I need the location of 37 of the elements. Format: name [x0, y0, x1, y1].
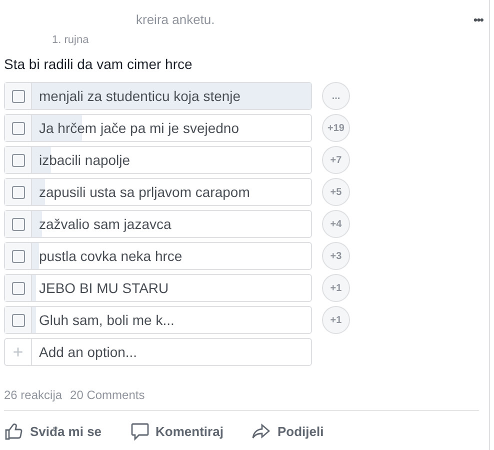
speech-bubble-icon: [130, 421, 150, 441]
checkbox[interactable]: [12, 154, 24, 166]
option-input[interactable]: Add an option...: [32, 339, 311, 365]
option-label: Gluh sam, boli me k...: [38, 312, 174, 328]
poll-option[interactable]: Ja hrčem jače pa mi je svejedno: [4, 114, 312, 142]
comment-count[interactable]: 20 Comments: [70, 388, 145, 402]
share-arrow-icon: [251, 421, 272, 441]
share-button[interactable]: Podijeli: [251, 421, 324, 441]
post-date[interactable]: 1. rujna: [52, 34, 489, 46]
more-menu[interactable]: •••: [473, 12, 483, 26]
option-label: zapusili usta sa prljavom carapom: [38, 184, 250, 200]
poll-option[interactable]: zapusili usta sa prljavom carapom: [4, 178, 312, 206]
option-label: izbacili napolje: [38, 152, 130, 168]
post-action: kreira anketu.: [136, 12, 215, 27]
checkbox[interactable]: [12, 282, 24, 294]
poll-option[interactable]: menjali za studenticu koja stenje: [4, 82, 312, 110]
option-label: Ja hrčem jače pa mi je svejedno: [38, 120, 239, 136]
option-label: zažvalio sam jazavca: [38, 216, 172, 232]
checkbox[interactable]: [12, 90, 24, 102]
checkbox[interactable]: [12, 186, 24, 198]
poll-question: Sta bi radili da vam cimer hrce: [4, 56, 194, 72]
option-label: JEBO BI MU STARU: [38, 280, 169, 296]
option-label: menjali za studenticu koja stenje: [38, 88, 241, 104]
checkbox[interactable]: [12, 314, 24, 326]
comment-button[interactable]: Komentiraj: [130, 421, 224, 441]
poll-option[interactable]: JEBO BI MU STARU: [4, 274, 312, 302]
checkbox[interactable]: [12, 218, 24, 230]
reaction-count[interactable]: 26 reakcija: [4, 388, 62, 402]
poll-option[interactable]: Gluh sam, boli me k...: [4, 306, 312, 334]
poll-option[interactable]: pustla covka neka hrce: [4, 242, 312, 270]
checkbox[interactable]: [12, 122, 24, 134]
checkbox[interactable]: [12, 250, 24, 262]
thumbs-up-icon: [4, 421, 24, 441]
poll-option[interactable]: izbacili napolje: [4, 146, 312, 174]
poll-option[interactable]: zažvalio sam jazavca: [4, 210, 312, 238]
like-button[interactable]: Sviđa mi se: [4, 421, 102, 441]
option-label: pustla covka neka hrce: [38, 248, 182, 264]
